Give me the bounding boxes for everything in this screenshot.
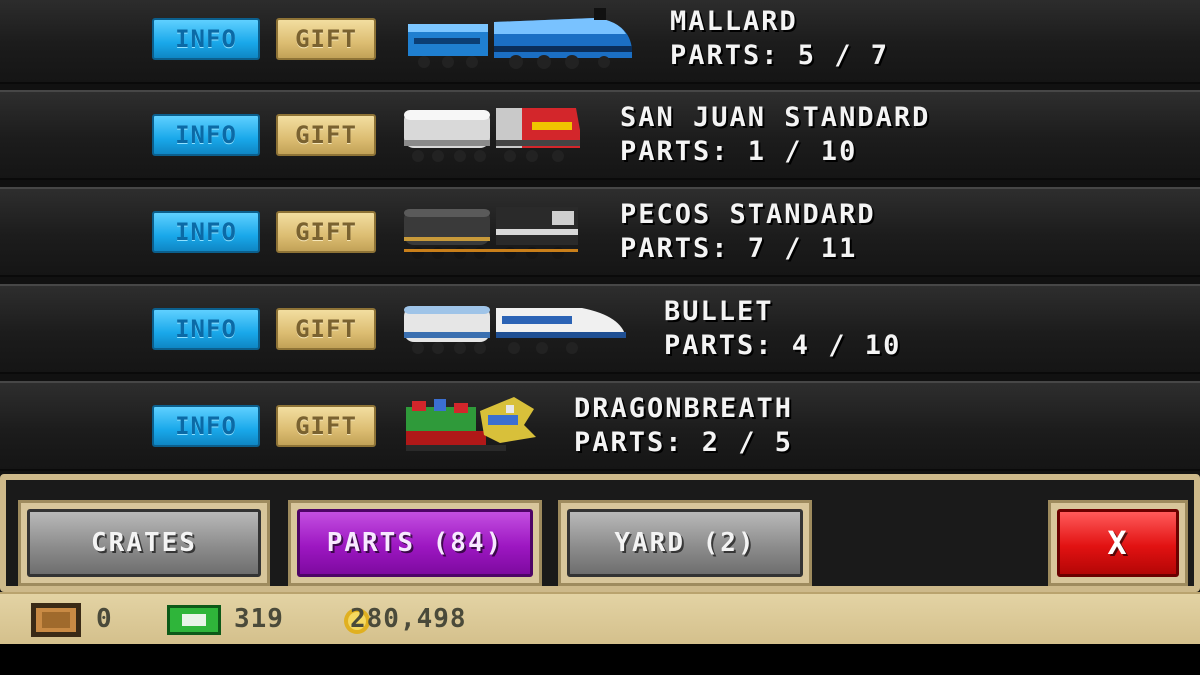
train-row-bullet: INFO GIFT BULLET PARTS: 4 / 10 — [0, 284, 1200, 374]
status-bar: 0 319 280,498 — [0, 592, 1200, 644]
screen-bottom-edge — [0, 644, 1200, 675]
train-list: INFO GIFT MALLARD PARTS: 5 / 7 INFO GIFT — [0, 0, 1200, 471]
crate-icon — [31, 603, 81, 637]
tab-bar: CRATES PARTS (84) YARD (2) X — [0, 474, 1200, 592]
cash-icon — [167, 605, 221, 635]
train-parts-count: PARTS: 7 / 11 — [620, 233, 858, 264]
info-button[interactable]: INFO — [152, 114, 260, 156]
cash-amount: 319 — [234, 604, 284, 634]
train-row-pecos-standard: INFO GIFT PECOS STANDARD PARTS: 7 / 11 — [0, 187, 1200, 277]
pecos-train-icon — [404, 207, 578, 259]
tab-parts[interactable]: PARTS (84) — [288, 500, 542, 586]
info-button[interactable]: INFO — [152, 405, 260, 447]
gift-button[interactable]: GIFT — [276, 308, 376, 350]
dragonbreath-train-icon — [406, 397, 536, 451]
train-row-san-juan-standard: INFO GIFT SAN JUAN STANDARD PARTS: 1 / 1… — [0, 90, 1200, 180]
train-name: PECOS STANDARD — [620, 199, 876, 230]
tab-yard[interactable]: YARD (2) — [558, 500, 812, 586]
crates-count: 0 — [96, 604, 113, 634]
train-name: DRAGONBREATH — [574, 393, 794, 424]
gift-button[interactable]: GIFT — [276, 405, 376, 447]
train-parts-count: PARTS: 2 / 5 — [574, 427, 794, 458]
train-name: SAN JUAN STANDARD — [620, 102, 931, 133]
san-juan-train-icon — [404, 108, 580, 162]
crates-tab-button[interactable]: CRATES — [27, 509, 261, 577]
close-tab[interactable]: X — [1048, 500, 1188, 586]
yard-tab-button[interactable]: YARD (2) — [567, 509, 803, 577]
coins-amount: 280,498 — [350, 604, 467, 634]
train-name: BULLET — [664, 296, 774, 327]
gift-button[interactable]: GIFT — [276, 18, 376, 60]
train-row-dragonbreath: INFO GIFT DRAGONBREATH PARTS: 2 / 5 — [0, 381, 1200, 471]
train-row-mallard: INFO GIFT MALLARD PARTS: 5 / 7 — [0, 0, 1200, 84]
train-parts-count: PARTS: 4 / 10 — [664, 330, 902, 361]
close-button[interactable]: X — [1057, 509, 1179, 577]
train-name: MALLARD — [670, 6, 798, 37]
parts-tab-button[interactable]: PARTS (84) — [297, 509, 533, 577]
info-button[interactable]: INFO — [152, 18, 260, 60]
info-button[interactable]: INFO — [152, 308, 260, 350]
bullet-train-icon — [404, 306, 626, 354]
gift-button[interactable]: GIFT — [276, 114, 376, 156]
info-button[interactable]: INFO — [152, 211, 260, 253]
mallard-train-icon — [408, 8, 632, 69]
train-parts-count: PARTS: 5 / 7 — [670, 40, 890, 71]
train-parts-count: PARTS: 1 / 10 — [620, 136, 858, 167]
gift-button[interactable]: GIFT — [276, 211, 376, 253]
tab-crates[interactable]: CRATES — [18, 500, 270, 586]
